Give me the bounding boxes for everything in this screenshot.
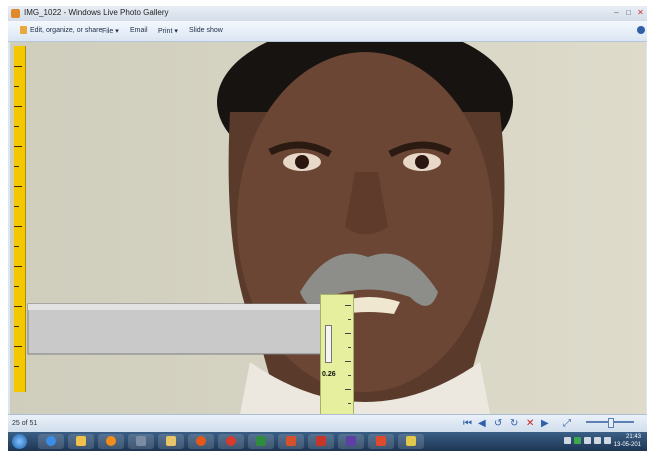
menu-print[interactable]: Print ▾: [158, 27, 178, 35]
menu-email[interactable]: Email: [130, 27, 148, 34]
media-player-icon[interactable]: [98, 434, 124, 449]
caliper-scale: 0.26: [320, 294, 354, 414]
close-icon[interactable]: ✕: [635, 8, 646, 18]
app-icon[interactable]: [338, 434, 364, 449]
photo-gallery-window: IMG_1022 - Windows Live Photo Gallery – …: [8, 6, 647, 451]
actual-size-icon[interactable]: ⤢: [563, 418, 571, 430]
photo-gallery-app-icon: [11, 9, 20, 18]
title-bar[interactable]: IMG_1022 - Windows Live Photo Gallery – …: [8, 6, 647, 21]
volume-icon[interactable]: [594, 437, 601, 444]
folder-icon[interactable]: [158, 434, 184, 449]
menu-bar: Edit, organize, or share File ▾ Email Pr…: [8, 21, 647, 42]
window-title: IMG_1022 - Windows Live Photo Gallery: [24, 8, 169, 17]
minimize-icon[interactable]: –: [611, 8, 622, 18]
firefox-icon[interactable]: [188, 434, 214, 449]
zoom-slider-thumb[interactable]: [608, 418, 614, 428]
edit-icon: [20, 26, 27, 34]
ie-icon[interactable]: [38, 434, 64, 449]
maximize-icon[interactable]: □: [623, 8, 634, 18]
photo-gallery-icon[interactable]: [368, 434, 394, 449]
excel-icon[interactable]: [248, 434, 274, 449]
previous-icon[interactable]: ◀: [478, 418, 486, 430]
menu-slide-show[interactable]: Slide show: [189, 27, 223, 34]
status-bar: 25 of 51 ⏮ ◀ ↺ ↻ ✕ ▶ ⤢: [8, 414, 647, 433]
help-icon[interactable]: [637, 26, 645, 34]
tray-icon[interactable]: [574, 437, 581, 444]
photo-count: 25 of 51: [12, 420, 38, 427]
tray-icon[interactable]: [564, 437, 571, 444]
menu-file[interactable]: File ▾: [102, 27, 119, 35]
rotate-left-icon[interactable]: ↺: [494, 418, 502, 430]
rotate-right-icon[interactable]: ↻: [510, 418, 518, 430]
network-tray-icon[interactable]: [584, 437, 591, 444]
menu-edit-organize-share[interactable]: Edit, organize, or share: [30, 27, 102, 34]
caliper-reading: 0.26: [322, 371, 336, 378]
delete-icon[interactable]: ✕: [526, 418, 534, 430]
clock-time: 21:43: [625, 434, 641, 440]
tools-icon[interactable]: [398, 434, 424, 449]
network-icon[interactable]: [128, 434, 154, 449]
clock-date: 13-05-201: [613, 442, 641, 448]
first-icon[interactable]: ⏮: [463, 418, 472, 430]
taskbar: 21:43 13-05-201: [8, 432, 647, 451]
next-icon[interactable]: ▶: [541, 418, 549, 430]
vertical-ruler: [14, 46, 26, 392]
photo-view: 0.26: [10, 42, 646, 414]
chrome-icon[interactable]: [218, 434, 244, 449]
app-icon[interactable]: [308, 434, 334, 449]
clock[interactable]: 21:43 13-05-201: [614, 433, 641, 449]
explorer-icon[interactable]: [68, 434, 94, 449]
caliper-slider: [325, 325, 332, 363]
flag-icon[interactable]: [604, 437, 611, 444]
start-icon[interactable]: [12, 434, 27, 449]
powerpoint-icon[interactable]: [278, 434, 304, 449]
